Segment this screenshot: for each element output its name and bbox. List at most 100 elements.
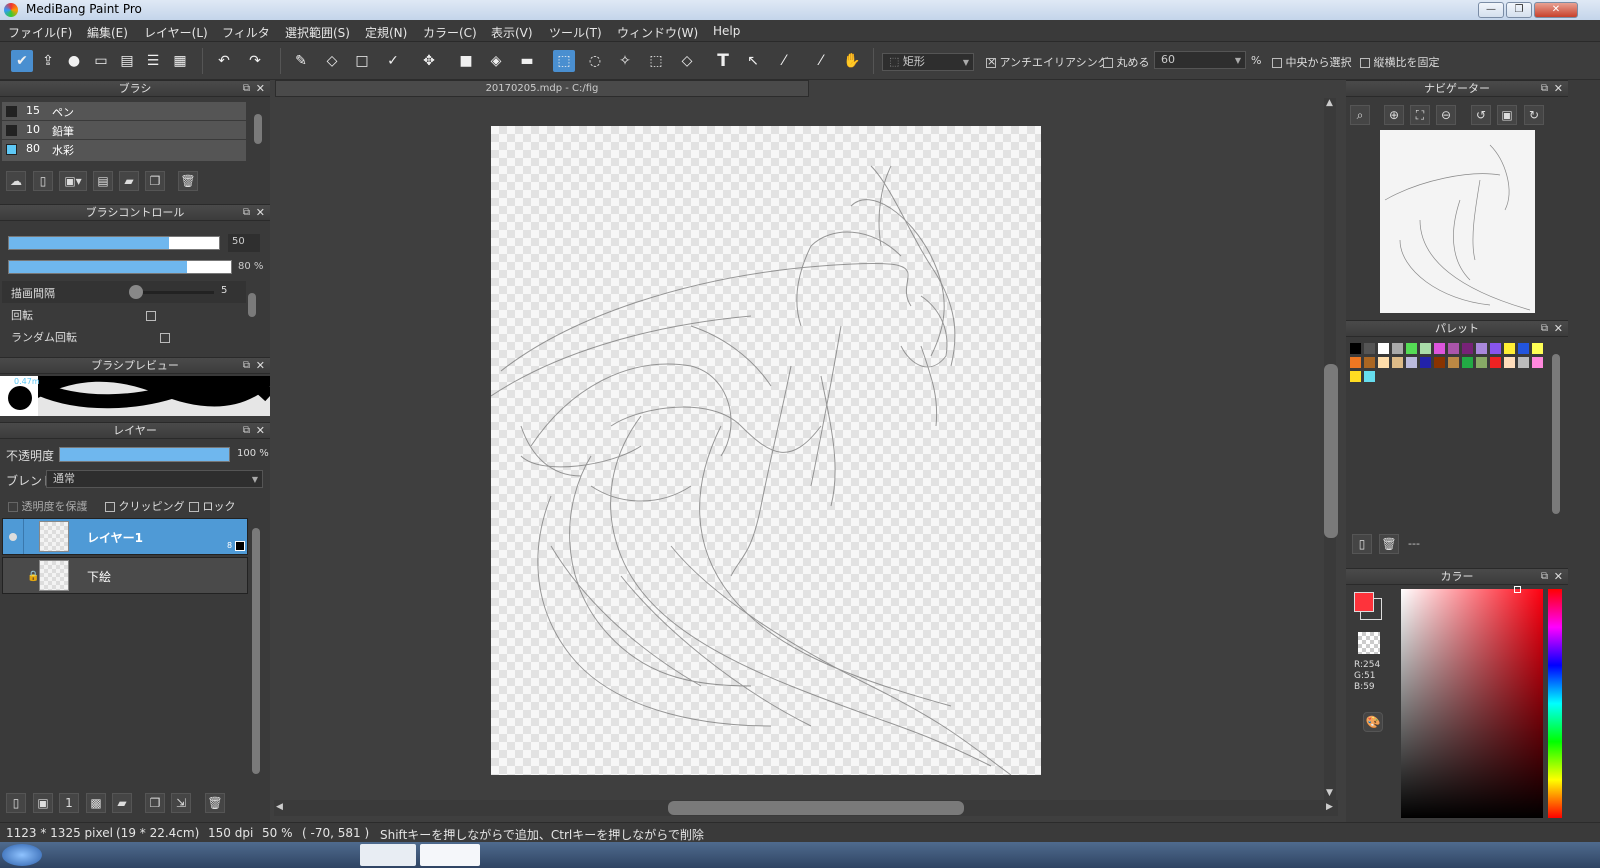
palette-swatch[interactable] bbox=[1462, 357, 1473, 368]
popout-icon[interactable]: ⧉ bbox=[1541, 569, 1548, 585]
brush-item-watercolor[interactable]: 80 水彩 bbox=[2, 140, 246, 162]
visibility-icon[interactable] bbox=[9, 533, 17, 541]
center-select-option[interactable]: 中央から選択 bbox=[1272, 54, 1352, 70]
cloud-check-icon[interactable]: ✔ bbox=[11, 50, 33, 72]
palette-scrollbar[interactable] bbox=[1550, 340, 1562, 530]
zoom-out-icon[interactable]: ⊖ bbox=[1436, 105, 1456, 125]
folder-icon[interactable]: ▰ bbox=[119, 171, 139, 191]
palette-swatch[interactable] bbox=[1420, 357, 1431, 368]
brush-list-scrollbar[interactable] bbox=[252, 102, 264, 164]
add-brush-menu-icon[interactable]: ▣▾ bbox=[59, 171, 87, 191]
new-folder-icon[interactable]: ▰ bbox=[112, 793, 132, 813]
antialias-checkbox[interactable] bbox=[986, 55, 996, 68]
menu-view[interactable]: 表示(V) bbox=[491, 24, 533, 41]
scroll-thumb[interactable] bbox=[668, 801, 964, 815]
primary-color-swatch[interactable] bbox=[1354, 592, 1374, 612]
rect-select-icon[interactable]: ⬚ bbox=[553, 50, 575, 72]
palette-swatch[interactable] bbox=[1518, 357, 1529, 368]
start-button[interactable] bbox=[2, 844, 42, 866]
interval-slider-knob[interactable] bbox=[129, 285, 143, 299]
brush-opacity-slider[interactable] bbox=[8, 260, 232, 274]
scroll-thumb[interactable] bbox=[1552, 354, 1560, 514]
palette-swatch[interactable] bbox=[1392, 357, 1403, 368]
rotate-checkbox[interactable] bbox=[146, 311, 156, 321]
palette-swatch[interactable] bbox=[1532, 357, 1543, 368]
menu-help[interactable]: Help bbox=[713, 24, 740, 38]
blur-tool-icon[interactable]: ⁄ bbox=[773, 50, 795, 72]
palette-swatch[interactable] bbox=[1518, 343, 1529, 354]
menu-layer[interactable]: レイヤー(L) bbox=[144, 24, 208, 41]
popout-icon[interactable]: ⧉ bbox=[243, 358, 250, 374]
close-window-button[interactable]: ✕ bbox=[1534, 2, 1578, 18]
shape-select[interactable]: ⬚ 矩形 ▼ bbox=[882, 53, 974, 71]
merge-layer-icon[interactable]: ⇲ bbox=[171, 793, 191, 813]
brush-item-pencil[interactable]: 10 鉛筆 bbox=[2, 121, 246, 140]
hue-slider[interactable] bbox=[1548, 589, 1562, 818]
clipping-checkbox[interactable] bbox=[105, 502, 115, 512]
new-1bit-layer-icon[interactable]: 1 bbox=[59, 793, 79, 813]
redo-icon[interactable]: ↷ bbox=[244, 50, 266, 72]
select-eraser-icon[interactable]: ◇ bbox=[676, 50, 698, 72]
delete-palette-icon[interactable]: 🗑 bbox=[1379, 534, 1399, 554]
scroll-thumb[interactable] bbox=[254, 114, 262, 144]
rotate-right-icon[interactable]: ↻ bbox=[1524, 105, 1544, 125]
menu-ruler[interactable]: 定規(N) bbox=[365, 24, 407, 41]
color-picker-cursor[interactable] bbox=[1514, 586, 1521, 593]
brush-tool-icon[interactable]: ✎ bbox=[290, 50, 312, 72]
new-halftone-layer-icon[interactable]: ▣ bbox=[33, 793, 53, 813]
palette-swatch[interactable] bbox=[1378, 357, 1389, 368]
popout-icon[interactable]: ⧉ bbox=[243, 423, 250, 439]
palette-swatch[interactable] bbox=[1476, 357, 1487, 368]
eraser-tool-icon[interactable]: ◇ bbox=[321, 50, 343, 72]
magic-wand-icon[interactable]: ✧ bbox=[614, 50, 636, 72]
layer-opacity-slider[interactable] bbox=[59, 447, 230, 462]
delete-layer-icon[interactable]: 🗑 bbox=[205, 793, 225, 813]
minimize-button[interactable]: — bbox=[1478, 2, 1504, 18]
scroll-down-icon[interactable]: ▼ bbox=[1326, 788, 1333, 798]
flip-icon[interactable]: ▣ bbox=[1497, 105, 1517, 125]
trash-icon[interactable]: 🗑 bbox=[178, 171, 198, 191]
grid-icon[interactable]: ▦ bbox=[169, 50, 191, 72]
transparent-color-swatch[interactable] bbox=[1358, 632, 1380, 654]
add-palette-icon[interactable]: ▯ bbox=[1352, 534, 1372, 554]
palette-swatch[interactable] bbox=[1448, 357, 1459, 368]
zoom-in-icon[interactable]: ⊕ bbox=[1384, 105, 1404, 125]
duplicate-layer-icon[interactable]: ❐ bbox=[145, 793, 165, 813]
popout-icon[interactable]: ⧉ bbox=[243, 81, 250, 97]
brush-control-scrollbar[interactable] bbox=[246, 281, 258, 341]
center-select-checkbox[interactable] bbox=[1272, 58, 1282, 68]
menu-tool[interactable]: ツール(T) bbox=[549, 24, 602, 41]
palette-swatch[interactable] bbox=[1490, 357, 1501, 368]
navigator-thumbnail[interactable] bbox=[1380, 130, 1535, 313]
palette-swatch[interactable] bbox=[1434, 343, 1445, 354]
close-icon[interactable]: ✕ bbox=[256, 358, 265, 374]
close-icon[interactable]: ✕ bbox=[1554, 321, 1563, 337]
scroll-up-icon[interactable]: ▲ bbox=[1326, 98, 1333, 108]
palette-swatch[interactable] bbox=[1392, 343, 1403, 354]
layer-row-layer1[interactable]: レイヤー1 8 bbox=[2, 518, 248, 555]
undo-icon[interactable]: ↶ bbox=[213, 50, 235, 72]
menu-filter[interactable]: フィルタ bbox=[222, 24, 270, 41]
protect-alpha-option[interactable]: 透明度を保護 bbox=[8, 498, 88, 514]
new-layer-icon[interactable]: ▯ bbox=[6, 793, 26, 813]
taskbar-item[interactable] bbox=[360, 844, 416, 866]
palette-swatch[interactable] bbox=[1532, 343, 1543, 354]
round-option[interactable]: 丸める bbox=[1103, 54, 1150, 70]
select-pen-icon[interactable]: ✓ bbox=[382, 50, 404, 72]
maximize-button[interactable]: ❐ bbox=[1506, 2, 1532, 18]
zoom-icon[interactable]: ⌕ bbox=[1350, 105, 1370, 125]
clipping-option[interactable]: クリッピング bbox=[105, 498, 185, 514]
shape-fill-icon[interactable]: ■ bbox=[455, 50, 477, 72]
round-checkbox[interactable] bbox=[1103, 58, 1113, 68]
scroll-thumb[interactable] bbox=[1324, 364, 1338, 538]
popout-icon[interactable]: ⧉ bbox=[243, 205, 250, 221]
document-tab[interactable]: 20170205.mdp - C:/fig bbox=[275, 80, 809, 97]
popout-icon[interactable]: ⧉ bbox=[1541, 321, 1548, 337]
palette-swatch[interactable] bbox=[1504, 343, 1515, 354]
close-icon[interactable]: ✕ bbox=[256, 205, 265, 221]
close-icon[interactable]: ✕ bbox=[256, 423, 265, 439]
layer-list-scrollbar[interactable] bbox=[250, 518, 262, 786]
scroll-thumb[interactable] bbox=[252, 528, 260, 774]
palette-swatch[interactable] bbox=[1364, 371, 1375, 382]
document-icon[interactable]: ▤ bbox=[116, 50, 138, 72]
